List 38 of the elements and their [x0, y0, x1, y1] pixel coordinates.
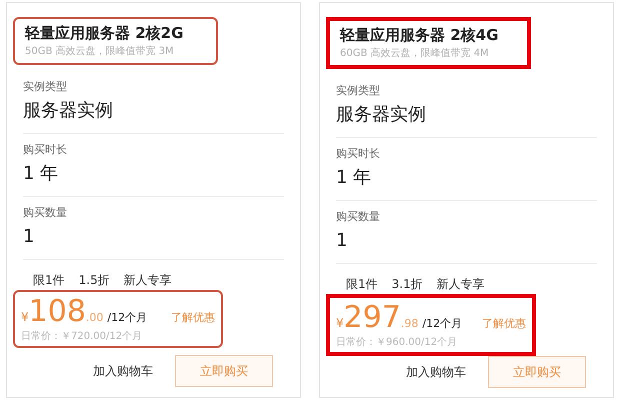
- buy-button[interactable]: 立即购买: [488, 356, 586, 388]
- promo-tag: 1.5折: [78, 272, 110, 288]
- product-spec: 50GB 高效云盘，限峰值带宽 3M: [25, 44, 175, 59]
- promo-tag: 限1件: [346, 276, 378, 292]
- currency-symbol: ¥: [21, 309, 29, 326]
- promo-tag: 新人专享: [436, 276, 485, 292]
- field-label: 购买时长: [336, 146, 381, 162]
- price-decimal: .00: [86, 310, 104, 326]
- product-title: 轻量应用服务器 2核2G: [25, 23, 184, 44]
- price-period: /12个月: [107, 310, 148, 326]
- field-label: 购买时长: [23, 142, 68, 158]
- promo-tag: 新人专享: [124, 272, 172, 288]
- cart-button[interactable]: 加入购物车: [83, 356, 163, 386]
- field-value: 1 年: [336, 166, 372, 190]
- field-value: 1 年: [23, 162, 60, 186]
- field-label: 购买数量: [23, 205, 68, 221]
- discount-link[interactable]: 了解优惠: [482, 316, 526, 332]
- field-value: 1: [23, 225, 36, 249]
- product-title: 轻量应用服务器 2核4G: [340, 25, 500, 46]
- field-label: 实例类型: [23, 79, 68, 95]
- field-label: 实例类型: [336, 83, 381, 99]
- price-decimal: .98: [400, 316, 418, 332]
- regular-price: 日常价：￥960.00/12个月: [336, 336, 458, 350]
- regular-price: 日常价：￥720.00/12个月: [21, 330, 144, 344]
- field-value: 1: [336, 229, 348, 253]
- price-integer: 108: [28, 294, 86, 330]
- price-period: /12个月: [422, 316, 462, 332]
- promo-tag: 限1件: [33, 272, 65, 288]
- product-spec: 60GB 高效云盘，限峰值带宽 4M: [340, 46, 490, 61]
- promo-tag: 3.1折: [392, 276, 423, 292]
- buy-button[interactable]: 立即购买: [175, 355, 273, 387]
- currency-symbol: ¥: [336, 315, 344, 332]
- discount-link[interactable]: 了解优惠: [171, 310, 215, 326]
- field-label: 购买数量: [336, 209, 381, 225]
- price-integer: 297: [344, 300, 401, 336]
- cart-button[interactable]: 加入购物车: [396, 357, 476, 387]
- field-value: 服务器实例: [23, 99, 114, 123]
- field-value: 服务器实例: [336, 103, 427, 127]
